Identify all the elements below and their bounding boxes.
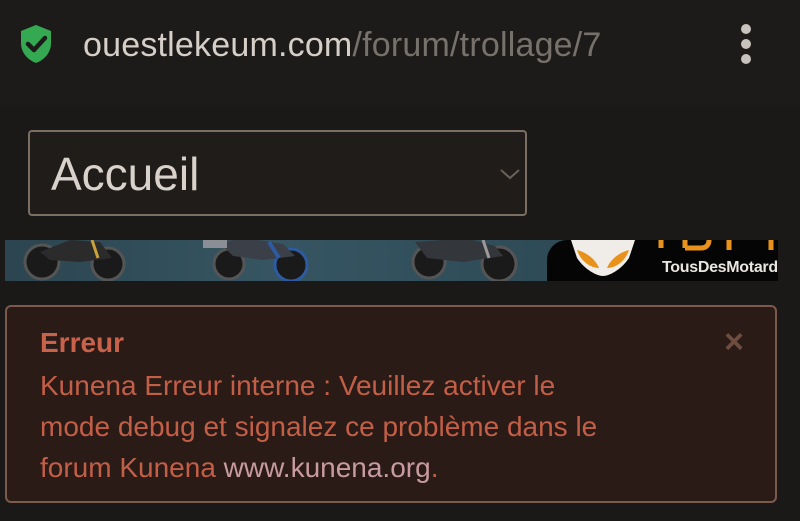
ad-banner[interactable]: TousDesMotards <box>5 240 778 281</box>
error-alert: Erreur × Kunena Erreur interne : Veuille… <box>5 305 777 503</box>
alert-message-line: mode debug et signalez ce problème dans … <box>40 411 598 442</box>
motorcycle-image <box>23 240 126 281</box>
tdm-logo: TousDesMotards <box>547 240 778 281</box>
selected-option: Accueil <box>51 148 200 200</box>
browser-url-bar: ouestlekeum.com/forum/trollage/7 <box>0 0 800 107</box>
alert-message-line: Kunena Erreur interne : Veuillez activer… <box>40 370 556 401</box>
alert-title: Erreur <box>40 327 125 358</box>
url-path: /forum/trollage/7 <box>352 26 602 64</box>
navigation-select[interactable]: Accueil <box>28 130 527 216</box>
motorcycle-image <box>203 240 309 281</box>
close-icon[interactable]: × <box>719 325 749 359</box>
alert-suffix: . <box>430 452 439 483</box>
helmet-icon <box>571 240 635 276</box>
kunena-link[interactable]: www.kunena.org <box>224 452 431 483</box>
tdm-logo-letters <box>658 240 774 251</box>
brand-text: TousDesMotards <box>662 259 778 276</box>
alert-message: Kunena Erreur interne : Veuillez activer… <box>40 365 730 488</box>
url-fade <box>655 20 700 70</box>
kebab-menu-icon[interactable] <box>732 22 760 66</box>
chevron-down-icon <box>500 169 520 180</box>
motorcycle-image <box>411 240 518 281</box>
shield-check-icon[interactable] <box>18 24 54 64</box>
address-field[interactable]: ouestlekeum.com/forum/trollage/7 <box>83 22 693 68</box>
alert-message-line: forum Kunena <box>40 452 224 483</box>
url-host: ouestlekeum.com <box>83 26 353 64</box>
